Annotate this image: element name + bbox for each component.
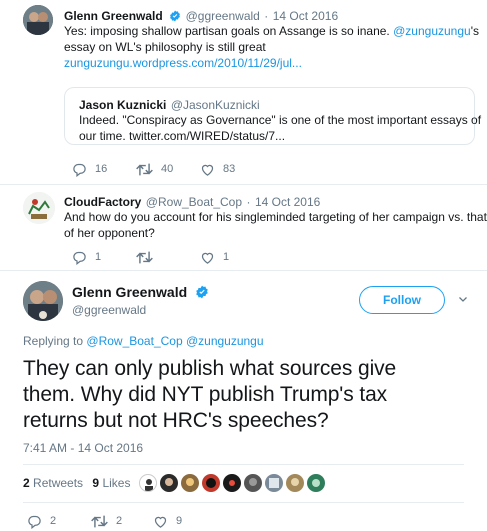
url-link[interactable]: zunguzungu.wordpress.com/2010/11/29/jul.…	[64, 55, 479, 71]
likers-avatars	[139, 474, 329, 494]
author-handle[interactable]: @ggreenwald	[186, 9, 260, 23]
reply-button[interactable]: 2	[27, 513, 56, 529]
quote-text-line2: our time. twitter.com/WIRED/status/7...	[79, 129, 286, 143]
like-stat-count: 9	[92, 476, 100, 490]
mention-link[interactable]: @zunguzungu	[393, 24, 471, 38]
like-stat[interactable]: 9 Likes	[92, 476, 130, 490]
like-button[interactable]: 9	[153, 513, 182, 529]
reply-icon	[72, 250, 87, 265]
tweet-date[interactable]: 14 Oct 2016	[273, 9, 338, 23]
reply-icon	[27, 514, 42, 529]
liker-avatar[interactable]	[139, 474, 157, 492]
tweet-text-suffix: 's	[470, 24, 479, 38]
retweet-icon	[136, 162, 153, 177]
avatar[interactable]	[23, 5, 53, 35]
tweet-timestamp[interactable]: 7:41 AM - 14 Oct 2016	[23, 441, 143, 455]
verified-icon	[195, 285, 209, 304]
retweet-icon	[91, 514, 108, 529]
divider	[0, 270, 487, 271]
reply-button[interactable]: 16	[72, 161, 107, 177]
quote-author-name: Jason Kuznicki	[79, 98, 167, 112]
liker-avatar[interactable]	[202, 474, 220, 492]
quote-author-handle: @JasonKuznicki	[170, 98, 260, 112]
liker-avatar[interactable]	[181, 474, 199, 492]
retweet-stat-count: 2	[23, 476, 30, 490]
author-name[interactable]: Glenn Greenwald	[64, 9, 163, 23]
like-button[interactable]: 1	[200, 249, 229, 265]
author-handle[interactable]: @ggreenwald	[72, 303, 146, 317]
tweet-text-line3: returns but not HRC's speeches?	[23, 409, 329, 432]
chevron-down-icon[interactable]	[457, 292, 469, 310]
reply-icon	[72, 162, 87, 177]
like-count: 83	[223, 163, 236, 175]
liker-avatar[interactable]	[244, 474, 262, 492]
quote-text-line1: Indeed. "Conspiracy as Governance" is on…	[79, 113, 482, 127]
avatar[interactable]	[23, 281, 63, 321]
tweet-text: Yes: imposing shallow partisan goals on …	[64, 24, 390, 38]
heart-icon	[200, 162, 215, 177]
retweet-button[interactable]	[136, 249, 161, 265]
tweet-text-line1: They can only publish what sources give	[23, 357, 397, 380]
retweet-count: 40	[161, 163, 174, 175]
avatar[interactable]	[23, 192, 55, 224]
tweet-text-line2: essay on WL's philosophy is still great	[64, 40, 266, 54]
reply-count: 16	[95, 163, 108, 175]
like-count: 9	[176, 515, 183, 527]
liker-avatar[interactable]	[286, 474, 304, 492]
author-name[interactable]: Glenn Greenwald	[72, 284, 187, 300]
separator: ·	[264, 9, 269, 23]
liker-avatar[interactable]	[307, 474, 325, 492]
heart-icon	[200, 250, 215, 265]
reply-button[interactable]: 1	[72, 249, 101, 265]
like-count: 1	[223, 251, 230, 263]
reply-count: 1	[95, 251, 102, 263]
divider	[0, 184, 487, 185]
retweet-button[interactable]: 2	[91, 513, 122, 529]
retweet-stat-label: Retweets	[33, 476, 84, 490]
tweet-text-line1: And how do you account for his singlemin…	[64, 210, 487, 224]
tweet-text-line2: of her opponent?	[64, 226, 155, 240]
retweet-button[interactable]: 40	[136, 161, 173, 177]
follow-button[interactable]: Follow	[359, 286, 445, 314]
divider	[23, 502, 464, 503]
separator: ·	[246, 195, 251, 209]
tweet-text-line2: them. Why did NYT publish Trump's tax	[23, 383, 388, 406]
liker-avatar[interactable]	[160, 474, 178, 492]
retweet-icon	[136, 250, 153, 265]
liker-avatar[interactable]	[265, 474, 283, 492]
quoted-tweet[interactable]: Jason Kuznicki @JasonKuznicki Indeed. "C…	[64, 87, 482, 145]
author-name[interactable]: CloudFactory	[64, 195, 141, 209]
divider	[23, 464, 464, 465]
retweet-stat[interactable]: 2 Retweets	[23, 476, 86, 490]
liker-avatar[interactable]	[223, 474, 241, 492]
like-stat-label: Likes	[102, 476, 131, 490]
heart-icon	[153, 514, 168, 529]
author-handle[interactable]: @Row_Boat_Cop	[146, 195, 242, 209]
retweet-count: 2	[116, 515, 123, 527]
reply-count: 2	[50, 515, 57, 527]
replying-to-links[interactable]: @Row_Boat_Cop @zunguzungu	[86, 334, 263, 348]
tweet-date[interactable]: 14 Oct 2016	[255, 195, 320, 209]
like-button[interactable]: 83	[200, 161, 235, 177]
replying-to-label: Replying to	[23, 334, 84, 348]
